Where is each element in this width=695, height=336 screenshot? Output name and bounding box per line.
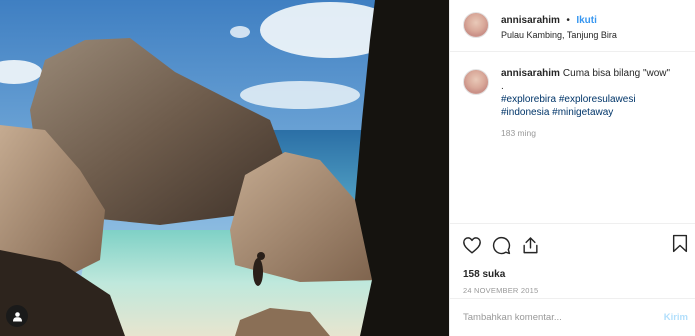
hashtag-link[interactable]: #explorebira	[501, 94, 556, 105]
avatar[interactable]	[463, 69, 489, 95]
caption-dot-line: .	[501, 81, 504, 92]
follow-button[interactable]: Ikuti	[576, 15, 597, 26]
post-header: annisarahim • Ikuti Pulau Kambing, Tanju…	[450, 0, 695, 52]
heart-icon[interactable]	[462, 236, 482, 254]
tagged-user-icon[interactable]	[6, 305, 28, 327]
post-date[interactable]: 24 NOVEMBER 2015	[450, 280, 695, 295]
share-icon[interactable]	[521, 236, 540, 255]
username-link[interactable]: annisarahim	[501, 15, 560, 26]
comment-icon[interactable]	[492, 236, 511, 255]
location-link[interactable]: Pulau Kambing, Tanjung Bira	[501, 29, 617, 42]
caption-timestamp[interactable]: 183 ming	[501, 127, 682, 140]
hashtag-link[interactable]: #indonesia	[501, 107, 549, 118]
bookmark-icon[interactable]	[672, 234, 688, 253]
likes-count[interactable]: 158 suka	[450, 256, 695, 280]
separator-dot: •	[566, 15, 570, 26]
post-photo[interactable]	[0, 0, 449, 336]
hashtag-list: #explorebira #exploresulawesi #indonesia…	[501, 94, 636, 118]
add-comment-bar: Kirim	[450, 298, 695, 336]
caption-comment: annisarahim Cuma bisa bilang "wow" . #exp…	[450, 52, 695, 140]
caption-username-link[interactable]: annisarahim	[501, 68, 560, 79]
comment-input[interactable]	[463, 312, 623, 323]
avatar[interactable]	[463, 12, 489, 38]
action-bar: 158 suka 24 NOVEMBER 2015	[450, 223, 695, 295]
send-button[interactable]: Kirim	[664, 312, 688, 323]
hashtag-link[interactable]: #minigetaway	[552, 107, 613, 118]
caption-text: Cuma bisa bilang "wow"	[562, 68, 671, 79]
hashtag-link[interactable]: #exploresulawesi	[559, 94, 636, 105]
post-details-panel: annisarahim • Ikuti Pulau Kambing, Tanju…	[449, 0, 695, 336]
